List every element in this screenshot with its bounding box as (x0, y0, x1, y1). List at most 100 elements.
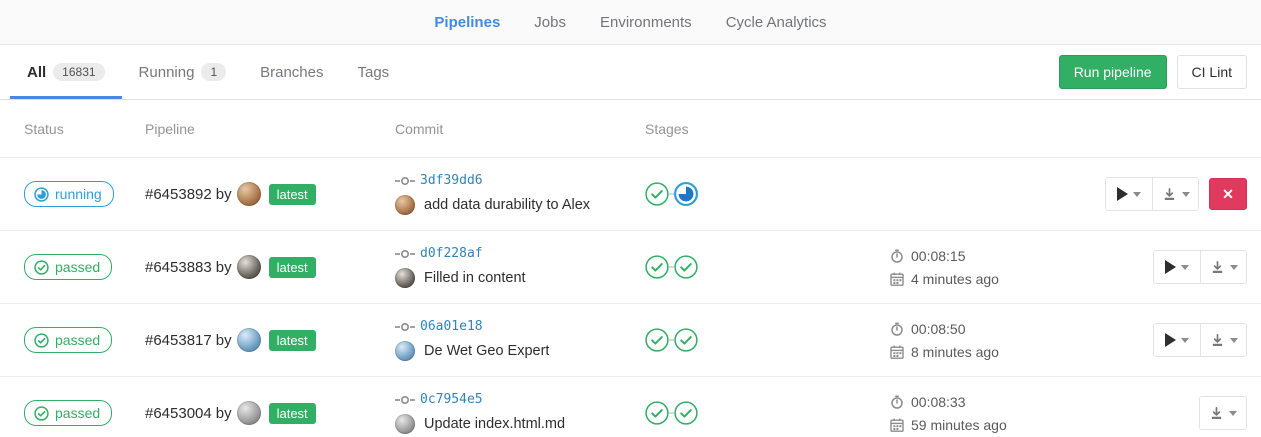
by-label: by (216, 332, 232, 349)
tab-bar-actions: Run pipeline CI Lint (1059, 45, 1251, 99)
stage-running-icon[interactable] (674, 182, 698, 206)
commit-message-link[interactable]: add data durability to Alex (424, 197, 590, 213)
close-icon: ✕ (1222, 186, 1234, 203)
commit-author-avatar[interactable] (395, 195, 415, 215)
tab-branches[interactable]: Branches (243, 45, 340, 99)
commit-icon (395, 395, 415, 405)
pipeline-row: passed #6453817 by latest 06a01e18 De We… (0, 304, 1261, 377)
tab-branches-label: Branches (260, 64, 323, 81)
chevron-down-icon (1230, 265, 1238, 270)
passed-icon (34, 406, 49, 421)
latest-badge[interactable]: latest (269, 184, 316, 205)
download-icon (1162, 187, 1177, 202)
chevron-down-icon (1181, 265, 1189, 270)
commit-message-link[interactable]: Update index.html.md (424, 416, 565, 432)
status-label: passed (55, 259, 100, 275)
tab-all[interactable]: All 16831 (10, 45, 122, 99)
status-badge[interactable]: passed (24, 400, 112, 426)
pipeline-id-link[interactable]: #6453883 (145, 259, 212, 276)
commit-author-avatar[interactable] (395, 268, 415, 288)
by-label: by (216, 186, 232, 203)
calendar-icon (890, 272, 904, 286)
header-status: Status (24, 121, 145, 137)
tab-running[interactable]: Running 1 (122, 45, 244, 99)
latest-badge[interactable]: latest (269, 330, 316, 351)
download-icon (1210, 260, 1225, 275)
commit-sha-link[interactable]: 3df39dd6 (420, 173, 483, 188)
tab-tags[interactable]: Tags (341, 45, 407, 99)
pipeline-id-link[interactable]: #6453892 (145, 186, 212, 203)
latest-badge[interactable]: latest (269, 257, 316, 278)
ci-lint-button[interactable]: CI Lint (1177, 55, 1247, 89)
pipelines-table-header: Status Pipeline Commit Stages (0, 100, 1261, 158)
stage-passed-icon[interactable] (674, 328, 698, 352)
duration-text: 00:08:50 (911, 321, 966, 337)
project-nav: Pipelines Jobs Environments Cycle Analyt… (0, 0, 1261, 45)
artifacts-download-dropdown[interactable] (1200, 251, 1246, 283)
commit-sha-link[interactable]: 06a01e18 (420, 319, 483, 334)
header-commit: Commit (395, 121, 645, 137)
stopwatch-icon (890, 322, 904, 336)
status-badge[interactable]: passed (24, 254, 112, 280)
pipeline-author-avatar[interactable] (237, 255, 261, 279)
play-icon (1117, 187, 1128, 201)
download-icon (1209, 406, 1224, 421)
stage-passed-icon[interactable] (645, 182, 669, 206)
run-pipeline-button[interactable]: Run pipeline (1059, 55, 1167, 89)
header-pipeline: Pipeline (145, 121, 395, 137)
pipeline-author-avatar[interactable] (237, 182, 261, 206)
chevron-down-icon (1229, 411, 1237, 416)
commit-sha-link[interactable]: 0c7954e5 (420, 392, 483, 407)
stage-passed-icon[interactable] (645, 401, 669, 425)
play-actions-dropdown[interactable] (1154, 251, 1200, 283)
nav-item-jobs[interactable]: Jobs (534, 14, 566, 31)
status-badge[interactable]: running (24, 181, 114, 207)
commit-author-avatar[interactable] (395, 341, 415, 361)
play-actions-dropdown[interactable] (1106, 178, 1152, 210)
artifacts-download-dropdown[interactable] (1152, 178, 1198, 210)
chevron-down-icon (1133, 192, 1141, 197)
by-label: by (216, 405, 232, 422)
manual-actions-group (1153, 323, 1247, 357)
nav-item-pipelines[interactable]: Pipelines (434, 14, 500, 31)
pipeline-id-link[interactable]: #6453817 (145, 332, 212, 349)
commit-icon (395, 176, 415, 186)
commit-icon (395, 322, 415, 332)
stage-passed-icon[interactable] (674, 255, 698, 279)
artifacts-download-dropdown[interactable] (1200, 324, 1246, 356)
pipeline-row: passed #6453004 by latest 0c7954e5 Updat… (0, 377, 1261, 437)
artifacts-download-dropdown[interactable] (1200, 397, 1246, 429)
manual-actions-group (1105, 177, 1199, 211)
latest-badge[interactable]: latest (269, 403, 316, 424)
commit-author-avatar[interactable] (395, 414, 415, 434)
status-label: running (55, 186, 102, 202)
passed-icon (34, 260, 49, 275)
stage-passed-icon[interactable] (645, 328, 669, 352)
duration-text: 00:08:15 (911, 248, 966, 264)
status-label: passed (55, 405, 100, 421)
tab-running-count-badge: 1 (201, 63, 226, 81)
manual-actions-group (1153, 250, 1247, 284)
status-label: passed (55, 332, 100, 348)
commit-sha-link[interactable]: d0f228af (420, 246, 483, 261)
pipeline-author-avatar[interactable] (237, 401, 261, 425)
running-icon (34, 187, 49, 202)
play-icon (1165, 260, 1176, 274)
commit-message-link[interactable]: De Wet Geo Expert (424, 343, 549, 359)
tab-all-label: All (27, 64, 46, 81)
cancel-pipeline-button[interactable]: ✕ (1209, 178, 1247, 210)
commit-message-link[interactable]: Filled in content (424, 270, 526, 286)
stage-passed-icon[interactable] (645, 255, 669, 279)
pipeline-author-avatar[interactable] (237, 328, 261, 352)
pipeline-id-link[interactable]: #6453004 (145, 405, 212, 422)
nav-item-environments[interactable]: Environments (600, 14, 692, 31)
chevron-down-icon (1230, 338, 1238, 343)
duration-text: 00:08:33 (911, 394, 966, 410)
stage-passed-icon[interactable] (674, 401, 698, 425)
nav-item-cycle-analytics[interactable]: Cycle Analytics (726, 14, 827, 31)
chevron-down-icon (1182, 192, 1190, 197)
play-actions-dropdown[interactable] (1154, 324, 1200, 356)
status-badge[interactable]: passed (24, 327, 112, 353)
play-icon (1165, 333, 1176, 347)
finished-ago-text: 59 minutes ago (911, 417, 1007, 433)
